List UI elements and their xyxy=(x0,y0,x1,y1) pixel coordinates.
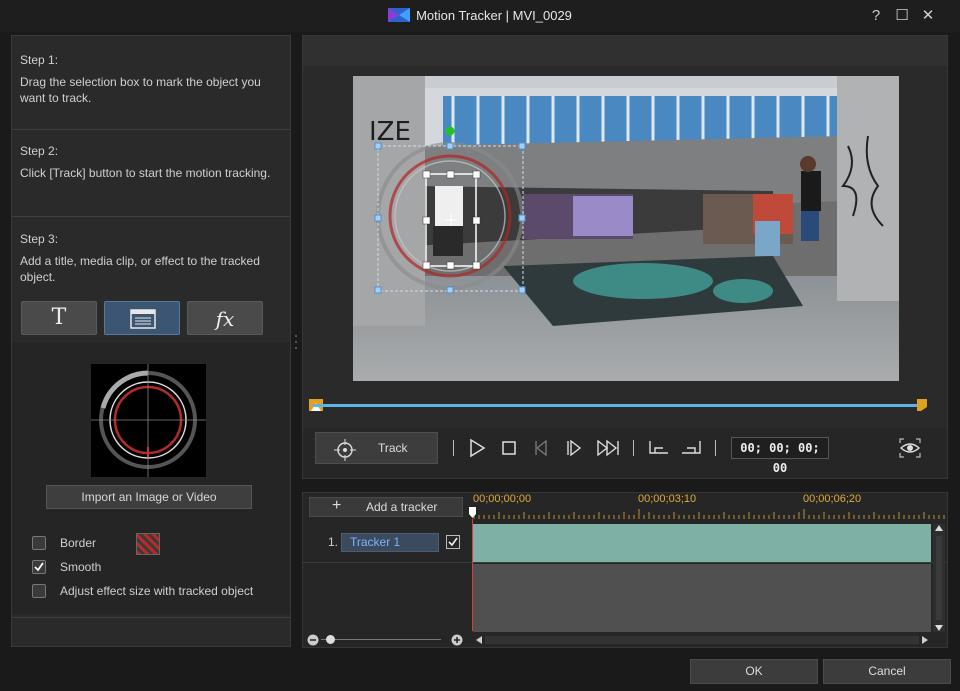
ruler-label: 00;00;06;20 xyxy=(803,493,862,505)
media-clip-icon xyxy=(130,309,156,329)
track-label: Track xyxy=(378,441,408,455)
range-end-marker-icon[interactable] xyxy=(915,397,929,413)
divider xyxy=(12,617,290,618)
scroll-right-icon[interactable] xyxy=(921,635,929,645)
zoom-out-icon[interactable] xyxy=(307,634,319,646)
window-title-area: Motion Tracker | MVI_0029 xyxy=(0,8,960,23)
cancel-button[interactable]: Cancel xyxy=(823,659,951,684)
step-2: Step 2: Click [Track] button to start th… xyxy=(20,143,282,181)
tracker-enable-checkbox[interactable] xyxy=(446,535,460,549)
smooth-label: Smooth xyxy=(60,560,102,574)
effect-preview-thumbnail xyxy=(91,364,206,477)
mark-in-icon[interactable] xyxy=(647,438,671,458)
crosshair-icon xyxy=(334,439,356,461)
video-frame-image: IZE xyxy=(353,76,899,381)
title-bar: Motion Tracker | MVI_0029 ? ☐ ✕ xyxy=(0,0,960,32)
steps-panel: Step 1: Drag the selection box to mark t… xyxy=(11,35,291,647)
scroll-arrows-icon xyxy=(935,525,943,631)
tracker-row-number: 1. xyxy=(328,535,339,549)
play-icon[interactable] xyxy=(467,438,487,458)
window-title: Motion Tracker | MVI_0029 xyxy=(416,8,572,23)
add-tracker-label: Add a tracker xyxy=(366,500,438,514)
separator xyxy=(715,440,716,456)
help-button[interactable]: ? xyxy=(866,6,886,26)
preview-eye-icon[interactable] xyxy=(899,438,921,458)
next-frame-icon[interactable] xyxy=(563,438,583,458)
video-preview[interactable]: IZE xyxy=(353,76,899,381)
tracker-clip-block[interactable] xyxy=(473,524,931,562)
border-checkbox[interactable] xyxy=(32,536,46,550)
step-1: Step 1: Drag the selection box to mark t… xyxy=(20,52,282,106)
preview-header xyxy=(303,36,947,66)
title-t-icon: T xyxy=(51,305,67,330)
horizontal-splitter[interactable] xyxy=(614,484,634,494)
ruler-label: 00;00;00;00 xyxy=(473,493,532,505)
step-3-title: Step 3: xyxy=(20,232,59,246)
tracker-timeline: + Add a tracker 00;00;00;00 00;00;03;10 … xyxy=(302,492,948,648)
zoom-slider-thumb[interactable] xyxy=(326,635,335,644)
adjust-size-checkbox[interactable] xyxy=(32,584,46,598)
scroll-left-icon[interactable] xyxy=(475,635,483,645)
circle-effect-icon xyxy=(91,364,206,477)
zoom-and-scroll-bar xyxy=(303,632,947,648)
timeline-ruler[interactable]: 00;00;00;00 00;00;03;10 00;00;06;20 xyxy=(473,493,947,521)
timecode-display[interactable]: 00; 00; 00; 00 xyxy=(731,437,829,475)
fx-icon: fx xyxy=(215,307,235,331)
tracker-name-field[interactable]: Tracker 1 xyxy=(341,533,439,552)
previous-frame-icon[interactable] xyxy=(531,438,551,458)
app-logo-icon xyxy=(388,8,411,22)
add-effect-button[interactable]: fx xyxy=(187,301,263,335)
border-color-swatch[interactable] xyxy=(136,533,160,555)
playhead-line xyxy=(472,519,473,631)
fast-forward-icon[interactable] xyxy=(595,438,621,458)
panel-splitter[interactable] xyxy=(294,332,298,352)
checkmark-icon xyxy=(34,562,44,572)
stop-icon[interactable] xyxy=(499,438,519,458)
playhead-marker-icon[interactable] xyxy=(469,507,477,519)
import-image-or-video-button[interactable]: Import an Image or Video xyxy=(46,485,252,509)
timeline-empty-area xyxy=(473,564,931,632)
plus-icon: + xyxy=(332,497,342,514)
divider xyxy=(12,129,290,130)
step-3: Step 3: Add a title, media clip, or effe… xyxy=(20,231,282,285)
border-label: Border xyxy=(60,536,97,550)
step-1-title: Step 1: xyxy=(20,53,59,67)
ok-button[interactable]: OK xyxy=(690,659,818,684)
adjust-size-label: Adjust effect size with tracked object xyxy=(60,584,254,598)
divider xyxy=(12,216,290,217)
zoom-slider-track[interactable] xyxy=(321,639,441,640)
smooth-checkbox[interactable] xyxy=(32,560,46,574)
add-tracker-button[interactable]: + Add a tracker xyxy=(309,497,463,517)
close-button[interactable]: ✕ xyxy=(918,6,938,26)
mark-out-icon[interactable] xyxy=(679,438,703,458)
preview-timeline-slider[interactable] xyxy=(313,404,923,407)
horizontal-scrollbar[interactable] xyxy=(485,636,919,644)
separator xyxy=(453,440,454,456)
zoom-in-icon[interactable] xyxy=(451,634,463,646)
step-2-title: Step 2: xyxy=(20,144,59,158)
step-3-text: Add a title, media clip, or effect to th… xyxy=(20,254,260,284)
preview-panel: IZE Track 00; 00; 00; 00 xyxy=(302,35,948,479)
step-1-text: Drag the selection box to mark the objec… xyxy=(20,75,261,105)
separator xyxy=(633,440,634,456)
step-2-text: Click [Track] button to start the motion… xyxy=(20,166,271,180)
track-button[interactable]: Track xyxy=(315,432,438,464)
smooth-option[interactable]: Smooth xyxy=(32,559,282,577)
vertical-scrollbar[interactable] xyxy=(933,524,945,632)
add-media-button[interactable] xyxy=(104,301,180,335)
checkmark-icon xyxy=(448,537,458,547)
add-title-button[interactable]: T xyxy=(21,301,97,335)
grip-dots-icon xyxy=(295,335,297,349)
ruler-ticks xyxy=(473,509,945,519)
ruler-label: 00;00;03;10 xyxy=(638,493,697,505)
tracker-row[interactable]: 1. Tracker 1 xyxy=(303,524,947,563)
border-option[interactable]: Border xyxy=(32,533,282,555)
playback-controls: Track 00; 00; 00; 00 xyxy=(303,428,947,478)
adjust-size-option[interactable]: Adjust effect size with tracked object xyxy=(32,583,290,601)
maximize-button[interactable]: ☐ xyxy=(892,6,912,26)
